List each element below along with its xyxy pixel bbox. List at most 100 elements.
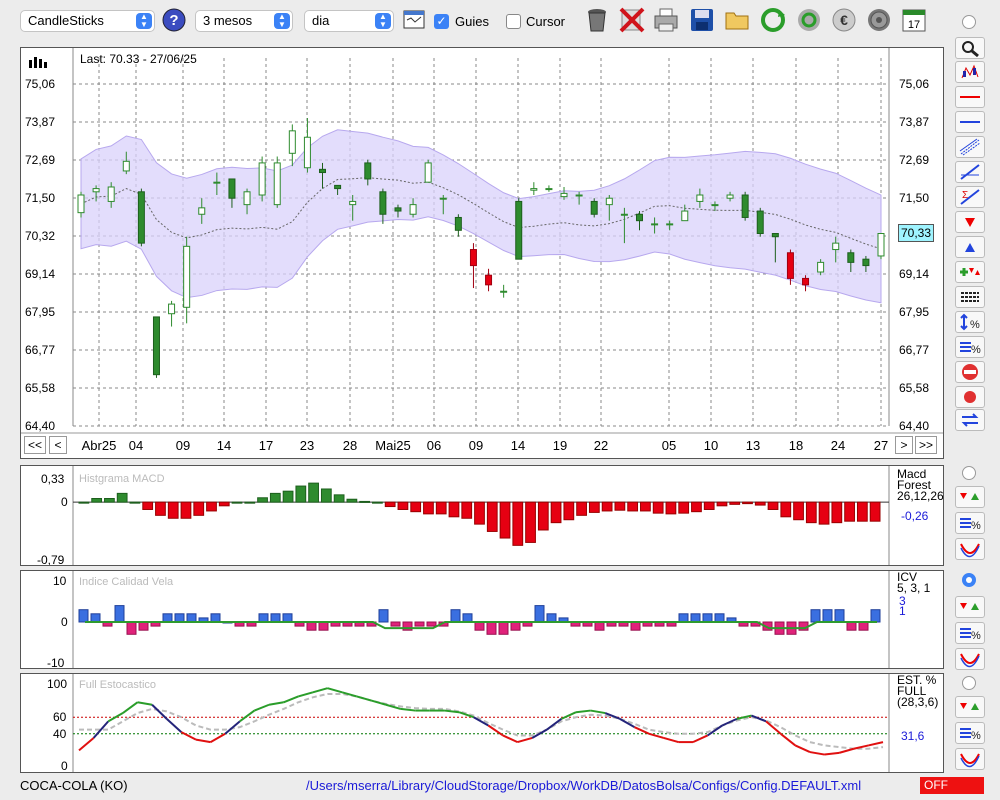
chart-type-select[interactable]: CandleSticks ▲ ▼ — [20, 10, 155, 32]
macd-bar — [295, 485, 307, 503]
trash-button[interactable] — [583, 6, 611, 34]
icv-bar — [834, 609, 845, 623]
add-arrows-button[interactable] — [955, 261, 985, 283]
arrows-updown-button[interactable] — [955, 596, 985, 618]
next-button[interactable]: > — [895, 436, 913, 454]
svg-text:?: ? — [169, 12, 178, 29]
y-tick-label: 0 — [61, 759, 68, 772]
printer-button[interactable] — [652, 6, 680, 34]
x-tick-label: 22 — [594, 438, 608, 453]
icv-bar — [810, 609, 821, 623]
x-tick-label: 06 — [427, 438, 441, 453]
icv-bar — [318, 621, 329, 631]
curve-button[interactable] — [955, 538, 985, 560]
curve-button[interactable] — [955, 748, 985, 770]
help-button[interactable]: ? — [160, 6, 188, 34]
candle — [319, 168, 327, 174]
open-folder-button[interactable] — [724, 6, 752, 34]
arrows-updown-button[interactable] — [955, 486, 985, 508]
red-hline-button[interactable] — [955, 86, 985, 108]
delete-button[interactable] — [618, 6, 646, 34]
macd-bar — [869, 501, 881, 522]
stochastic-k-segment — [780, 733, 796, 747]
guides-label: Guies — [455, 14, 489, 29]
sigma-button[interactable]: Σ — [955, 186, 985, 208]
candle — [198, 207, 206, 215]
icv-bar — [210, 613, 221, 623]
hline-percent-button[interactable]: % — [955, 722, 985, 744]
candle — [394, 207, 402, 212]
icv-chart[interactable]: Indice Calidad Vela100-10ICV5, 3, 131 — [21, 570, 943, 670]
candle — [288, 130, 296, 154]
panel-title: Full Estocastico — [79, 679, 156, 691]
save-button[interactable] — [688, 6, 716, 34]
macd-bar — [601, 501, 613, 512]
calendar-button[interactable]: 17 — [900, 6, 928, 34]
candle — [666, 223, 674, 226]
update-button[interactable] — [795, 6, 823, 34]
arrow-up-button[interactable] — [955, 236, 985, 258]
x-tick-label: 18 — [789, 438, 803, 453]
candlestick-button[interactable] — [955, 61, 985, 83]
macd-bar — [423, 501, 434, 515]
indicator-panel-radio[interactable] — [962, 676, 976, 690]
main-chart-radio[interactable] — [962, 15, 976, 29]
scale-percent-button[interactable]: % — [955, 311, 985, 333]
no-entry-button[interactable] — [955, 361, 985, 383]
stochastic-chart[interactable]: Full Estocastico10060400EST. %FULL(28,3,… — [21, 673, 943, 773]
guides-checkbox[interactable]: ✓ — [434, 14, 449, 29]
macd-bar — [142, 501, 154, 510]
stochastic-k-segment — [663, 736, 679, 744]
curve-button[interactable] — [955, 648, 985, 670]
printer-icon — [654, 8, 678, 32]
hline-percent-button[interactable]: % — [955, 512, 985, 534]
icv-bar — [858, 621, 869, 631]
stochastic-k-segment — [868, 741, 884, 747]
curve-icon — [960, 543, 980, 558]
icv-bar — [162, 613, 173, 623]
swap-button[interactable] — [955, 409, 985, 431]
arrow-down-button[interactable] — [955, 211, 985, 233]
settings-button[interactable] — [865, 6, 893, 34]
table-button[interactable] — [400, 6, 428, 34]
candlestick-chart[interactable]: 75,06 75,06 73,87 73,87 72,69 72,69 71,50 71,50… — [21, 48, 943, 458]
macd-bar — [397, 501, 409, 510]
x-tick-label: Abr25 — [82, 438, 117, 453]
macd-bar — [155, 501, 166, 516]
icv-bar — [414, 621, 425, 627]
icv-bar — [690, 613, 701, 623]
cursor-checkbox[interactable] — [506, 14, 521, 29]
candle — [635, 213, 643, 222]
config-path-link[interactable]: /Users/mserra/Library/CloudStorage/Dropb… — [306, 778, 861, 793]
indicator-panel-radio[interactable] — [962, 466, 976, 480]
list-button[interactable] — [955, 286, 985, 308]
trendline-button[interactable] — [955, 161, 985, 183]
stochastic-k-segment — [692, 734, 708, 744]
prev-button[interactable]: < — [49, 436, 67, 454]
arrows-updown-icon — [960, 603, 979, 610]
stochastic-k-segment — [575, 709, 591, 714]
indicator-panel-radio[interactable] — [962, 573, 976, 587]
x-tick-label: 17 — [259, 438, 273, 453]
last-button[interactable]: >> — [915, 436, 937, 454]
icv-bar — [450, 609, 461, 623]
record-button[interactable] — [955, 386, 985, 408]
first-button[interactable]: << — [24, 436, 46, 454]
refresh-button[interactable] — [759, 6, 787, 34]
interval-select[interactable]: dia ▲ ▼ — [304, 10, 394, 32]
period-select[interactable]: 3 mesos ▲ ▼ — [195, 10, 293, 32]
blue-hline-button[interactable] — [955, 111, 985, 133]
currency-button[interactable]: € — [830, 6, 858, 34]
zoom-button[interactable] — [955, 37, 985, 59]
arrows-updown-button[interactable] — [955, 696, 985, 718]
hline-percent-button[interactable]: % — [955, 622, 985, 644]
macd-bar — [844, 501, 855, 522]
macd-bar — [346, 498, 358, 503]
macd-bar — [244, 501, 256, 504]
macd-histogram[interactable]: Histgrama MACD0,330-0,79MacdForest26,12,… — [21, 466, 944, 567]
hline-percent-button[interactable]: % — [955, 336, 985, 358]
icv-bar — [678, 613, 689, 623]
channel-button[interactable] — [955, 136, 985, 158]
off-status-badge[interactable]: OFF — [920, 777, 984, 794]
y-tick-label: 0 — [61, 615, 68, 629]
